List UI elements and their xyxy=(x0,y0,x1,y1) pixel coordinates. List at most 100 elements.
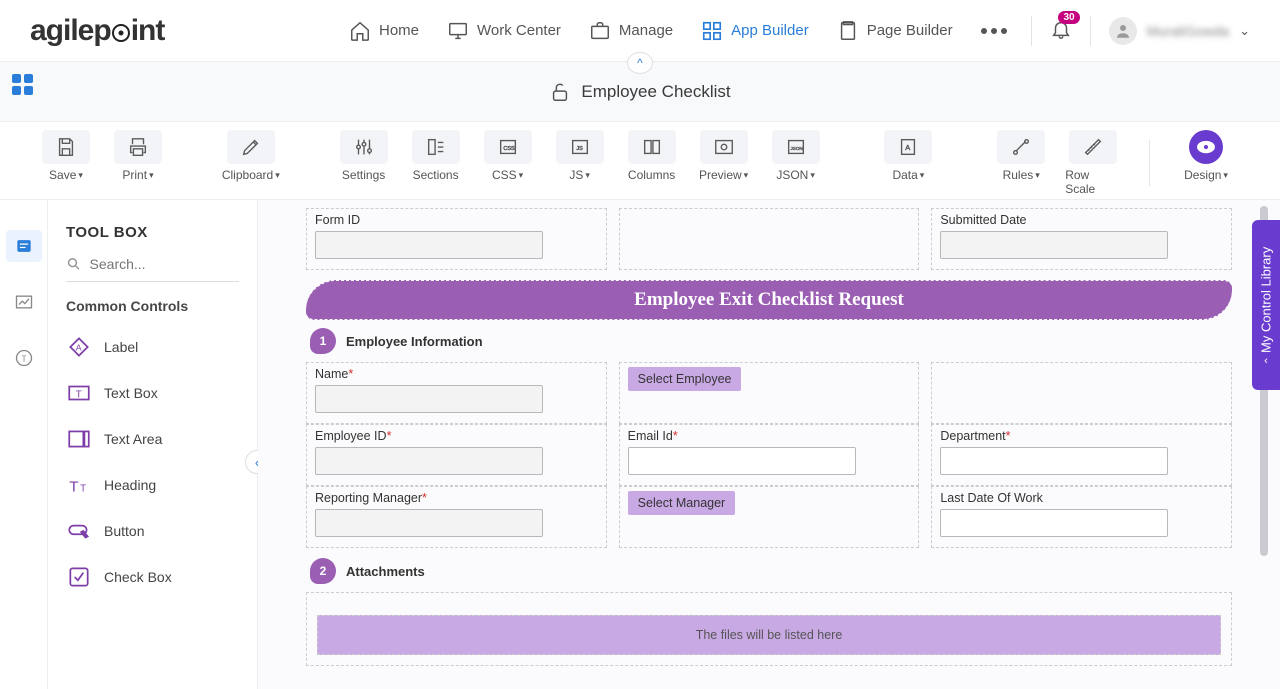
columns-icon xyxy=(641,136,663,158)
dept-input[interactable] xyxy=(940,447,1168,475)
js-icon: JS xyxy=(569,136,591,158)
empid-input[interactable] xyxy=(315,447,543,475)
ruler-icon xyxy=(1082,136,1104,158)
field-empid[interactable]: Employee ID* xyxy=(306,424,607,486)
data-icon: A xyxy=(897,136,919,158)
tb-settings[interactable]: Settings xyxy=(336,130,392,182)
save-icon xyxy=(55,136,77,158)
tb-rowscale[interactable]: Row Scale xyxy=(1065,130,1121,196)
tool-textarea[interactable]: Text Area xyxy=(66,416,239,462)
field-repmgr[interactable]: Reporting Manager* xyxy=(306,486,607,548)
section-2-header[interactable]: 2 Attachments xyxy=(310,558,1232,584)
tb-columns[interactable]: Columns xyxy=(624,130,680,182)
divider xyxy=(1090,16,1091,46)
nav-manage[interactable]: Manage xyxy=(589,20,673,42)
avatar xyxy=(1109,17,1137,45)
chart-icon xyxy=(14,292,34,312)
eye-icon xyxy=(1195,136,1217,158)
pencil-icon xyxy=(240,136,262,158)
svg-text:T: T xyxy=(21,353,26,363)
svg-text:T: T xyxy=(69,479,78,496)
rail-form[interactable] xyxy=(6,230,42,262)
select-manager-button[interactable]: Select Manager xyxy=(628,491,736,515)
submitted-input[interactable] xyxy=(940,231,1168,259)
svg-text:T: T xyxy=(76,389,82,400)
tb-save[interactable]: Save▾ xyxy=(38,130,94,182)
json-icon: JSON xyxy=(785,136,807,158)
name-input[interactable] xyxy=(315,385,543,413)
lastdate-input[interactable] xyxy=(940,509,1168,537)
nav-work-center[interactable]: Work Center xyxy=(447,20,561,42)
lock-open-icon xyxy=(549,81,571,103)
field-select-employee[interactable]: Select Employee xyxy=(619,362,920,424)
field-email[interactable]: Email Id* xyxy=(619,424,920,486)
tb-rules[interactable]: Rules▾ xyxy=(993,130,1049,182)
repmgr-input[interactable] xyxy=(315,509,543,537)
monitor-icon xyxy=(447,20,469,42)
svg-text:JS: JS xyxy=(576,146,583,152)
tb-css[interactable]: CSS CSS▾ xyxy=(480,130,536,182)
nav-home[interactable]: Home xyxy=(349,20,419,42)
my-control-library-tab[interactable]: ‹ My Control Library xyxy=(1252,220,1280,390)
email-input[interactable] xyxy=(628,447,856,475)
nav-app-builder[interactable]: App Builder xyxy=(701,20,809,42)
print-icon xyxy=(127,136,149,158)
section-1-header[interactable]: 1 Employee Information xyxy=(310,328,1232,354)
collapse-up-button[interactable]: ^ xyxy=(627,52,653,74)
attachments-dropzone[interactable]: The files will be listed here xyxy=(317,615,1221,655)
toolbox-search[interactable] xyxy=(66,255,239,282)
field-lastdate[interactable]: Last Date Of Work xyxy=(931,486,1232,548)
tb-json[interactable]: JSON JSON▾ xyxy=(768,130,824,182)
svg-text:A: A xyxy=(76,342,82,352)
tb-sections[interactable]: Sections xyxy=(408,130,464,182)
rules-icon xyxy=(1010,136,1032,158)
search-input[interactable] xyxy=(90,256,239,272)
notifications-button[interactable]: 30 xyxy=(1050,17,1072,44)
tb-preview[interactable]: Preview▾ xyxy=(696,130,752,182)
field-name[interactable]: Name* xyxy=(306,362,607,424)
divider xyxy=(1149,140,1150,186)
checkbox-icon xyxy=(66,564,92,590)
tb-clipboard[interactable]: Clipboard▾ xyxy=(223,130,279,182)
rail-text[interactable]: T xyxy=(6,342,42,374)
tb-design[interactable]: Design▾ xyxy=(1178,130,1234,182)
divider xyxy=(1031,16,1032,46)
toolbox-title: TOOL BOX xyxy=(66,224,239,241)
field-empty-2[interactable] xyxy=(931,362,1232,424)
textbox-icon: T xyxy=(66,380,92,406)
tool-checkbox[interactable]: Check Box xyxy=(66,554,239,600)
tb-data[interactable]: A Data▾ xyxy=(880,130,936,182)
label-icon: A xyxy=(66,334,92,360)
field-formid[interactable]: Form ID xyxy=(306,208,607,270)
field-submitted[interactable]: Submitted Date xyxy=(931,208,1232,270)
field-select-manager[interactable]: Select Manager xyxy=(619,486,920,548)
home-icon xyxy=(349,20,371,42)
tb-print[interactable]: Print▾ xyxy=(110,130,166,182)
tool-textbox[interactable]: T Text Box xyxy=(66,370,239,416)
sliders-icon xyxy=(353,136,375,158)
username: MuraliGowda xyxy=(1147,23,1229,39)
field-empty-1[interactable] xyxy=(619,208,920,270)
css-icon: CSS xyxy=(497,136,519,158)
grid-icon xyxy=(701,20,723,42)
page-title: Employee Checklist xyxy=(549,81,730,103)
nav-more[interactable] xyxy=(981,28,1007,34)
nav-page-builder[interactable]: Page Builder xyxy=(837,20,953,42)
apps-grid-button[interactable] xyxy=(12,74,34,95)
eye-icon xyxy=(713,136,735,158)
form-banner[interactable]: Employee Exit Checklist Request xyxy=(306,280,1232,320)
rail-analytics[interactable] xyxy=(6,286,42,318)
button-icon xyxy=(66,518,92,544)
formid-input[interactable] xyxy=(315,231,543,259)
tool-heading[interactable]: TT Heading xyxy=(66,462,239,508)
tb-js[interactable]: JS JS▾ xyxy=(552,130,608,182)
page-icon xyxy=(837,20,859,42)
person-icon xyxy=(1114,22,1132,40)
select-employee-button[interactable]: Select Employee xyxy=(628,367,742,391)
svg-text:A: A xyxy=(906,143,911,152)
tool-label[interactable]: A Label xyxy=(66,324,239,370)
tool-button[interactable]: Button xyxy=(66,508,239,554)
user-menu[interactable]: MuraliGowda ⌄ xyxy=(1109,17,1250,45)
field-attachments[interactable]: The files will be listed here xyxy=(306,592,1232,666)
field-dept[interactable]: Department* xyxy=(931,424,1232,486)
